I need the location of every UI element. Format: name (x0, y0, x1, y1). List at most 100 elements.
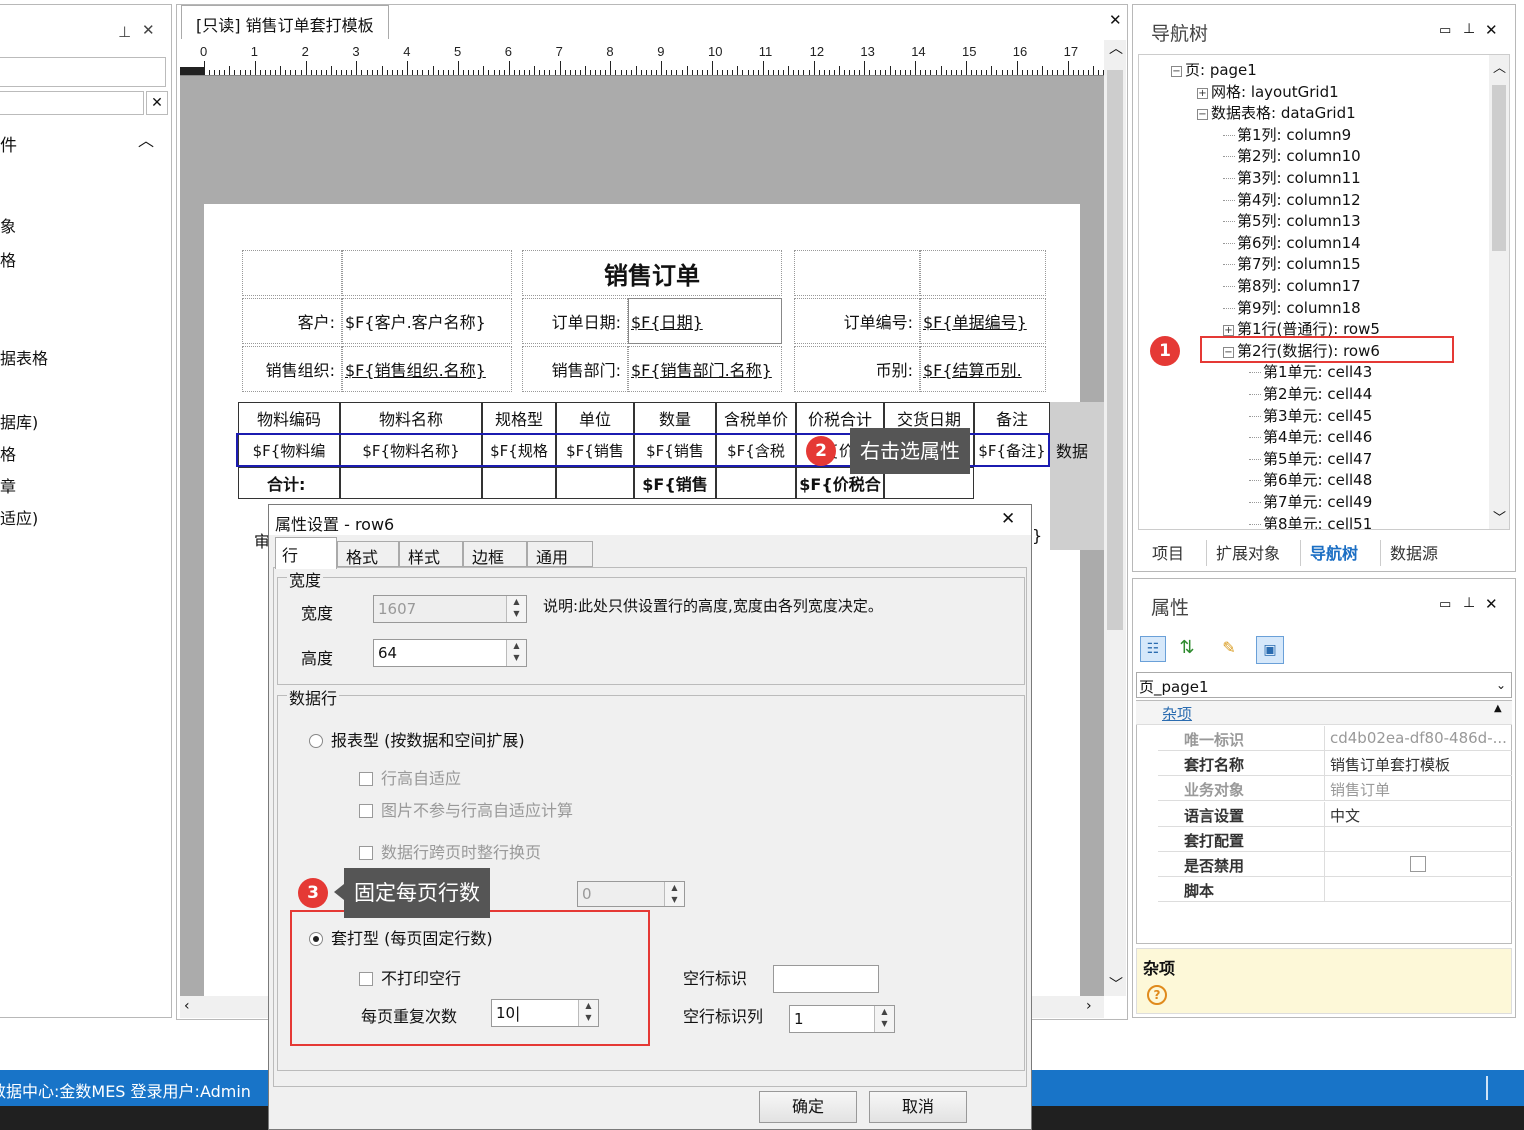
tree-scrollbar[interactable]: ︿ ﹀ (1489, 55, 1509, 529)
close-icon[interactable]: ✕ (1485, 21, 1498, 39)
empty-column-input[interactable]: 1 ▲ ▼ (789, 1005, 895, 1033)
sales-dept-field[interactable]: $F{销售部门.名称} (628, 346, 782, 392)
tab-1[interactable]: 扩展对象 (1216, 540, 1280, 564)
tree-node[interactable]: + 网格: layoutGrid1 (1197, 81, 1339, 102)
property-row[interactable]: 套打名称 销售订单套打模板 (1158, 751, 1512, 777)
scroll-left-icon[interactable]: ‹ (184, 998, 190, 1014)
collapse-icon[interactable]: ︿ (138, 127, 154, 151)
scroll-up-icon[interactable]: ︿ (1493, 57, 1506, 76)
tree-node[interactable]: 第6单元: cell48 (1249, 469, 1372, 490)
order-date-field[interactable]: $F{日期} (628, 298, 782, 344)
tree-node[interactable]: 第5列: column13 (1223, 210, 1361, 231)
tree-node[interactable]: 第7单元: cell49 (1249, 491, 1372, 512)
toolbox-category[interactable]: 件 (0, 131, 17, 156)
column-header[interactable]: 物料名称 (340, 402, 482, 434)
total-qty[interactable]: $F{销售 (634, 467, 716, 499)
property-value[interactable]: 销售订单套打模板 (1330, 754, 1450, 775)
order-no-field[interactable]: $F{单据编号} (920, 298, 1046, 344)
report-type-radio[interactable]: 报表型 (按数据和空间扩展) (309, 727, 525, 751)
toolbox-item[interactable]: 象 (0, 213, 16, 237)
cancel-button[interactable]: 取消 (869, 1091, 967, 1123)
collapse-icon[interactable]: − (1197, 109, 1208, 121)
scroll-thumb[interactable] (1107, 70, 1123, 630)
total-cell[interactable] (556, 467, 634, 499)
customer-field[interactable]: $F{客户.客户名称} (342, 298, 512, 344)
pin-icon[interactable]: ⊥ (118, 23, 131, 41)
empty-flag-input[interactable] (773, 965, 879, 993)
object-selector[interactable]: 页_page1 (1136, 672, 1512, 698)
pin-icon[interactable]: ⊥ (1463, 21, 1475, 37)
currency-field[interactable]: $F{结算币别. (920, 346, 1046, 392)
close-icon[interactable]: ✕ (142, 21, 155, 39)
tree-node[interactable]: 第1列: column9 (1223, 124, 1351, 145)
column-header[interactable]: 物料编码 (238, 402, 340, 434)
property-row[interactable]: 语言设置 中文 (1158, 801, 1512, 827)
dialog-tab-1[interactable]: 格式 (337, 541, 399, 567)
clear-filter-icon[interactable]: ✕ (146, 91, 168, 115)
toolbox-search-input[interactable] (0, 57, 166, 87)
vertical-scrollbar[interactable]: ︿ ﹀ (1104, 40, 1126, 996)
expand-icon[interactable]: + (1197, 87, 1208, 99)
column-header[interactable]: 规格型 (482, 402, 556, 434)
toolbox-filter-input[interactable] (0, 91, 144, 115)
dialog-tab-0[interactable]: 行 (275, 537, 337, 569)
toolbox-item[interactable]: 格 (0, 441, 16, 465)
tree-view[interactable]: − 页: page1 + 网格: layoutGrid1− 数据表格: dataGrid… (1138, 54, 1510, 530)
property-pages-icon[interactable]: ▣ (1256, 636, 1284, 664)
property-row[interactable]: 套打配置 (1158, 826, 1512, 852)
total-label[interactable]: 合计: (238, 467, 340, 499)
category-row[interactable]: 杂项 ▲ (1136, 701, 1512, 725)
tree-node[interactable]: 第1单元: cell43 (1249, 361, 1372, 382)
categorized-icon[interactable]: ☷ (1140, 636, 1166, 662)
close-icon[interactable]: ✕ (1001, 509, 1015, 529)
edit-icon[interactable]: ✎ (1216, 636, 1242, 662)
order-no-label[interactable]: 订单编号: (794, 298, 920, 344)
tree-node[interactable]: 第3单元: cell45 (1249, 405, 1372, 426)
column-header[interactable]: 单位 (556, 402, 634, 434)
scroll-up-icon[interactable]: ︿ (1109, 38, 1123, 58)
document-tab[interactable]: [只读] 销售订单套打模板 (181, 5, 389, 39)
grid-cell[interactable] (794, 250, 920, 296)
tree-node[interactable]: 第6列: column14 (1223, 232, 1361, 253)
tab-2[interactable]: 导航树 (1310, 540, 1358, 564)
tree-node[interactable]: 第2单元: cell44 (1249, 383, 1372, 404)
grid-cell[interactable] (242, 250, 342, 296)
tree-node[interactable]: 第4单元: cell46 (1249, 426, 1372, 447)
currency-label[interactable]: 币别: (794, 346, 920, 392)
dialog-tab-2[interactable]: 样式 (399, 541, 463, 567)
expand-icon[interactable]: + (1223, 325, 1234, 337)
disabled-checkbox[interactable] (1410, 856, 1426, 872)
column-header[interactable]: 备注 (974, 402, 1050, 434)
customer-label[interactable]: 客户: (242, 298, 342, 344)
total-cell[interactable] (716, 467, 796, 499)
tree-node[interactable]: 第9列: column18 (1223, 297, 1361, 318)
tree-node[interactable]: 第5单元: cell47 (1249, 448, 1372, 469)
column-header[interactable]: 数量 (634, 402, 716, 434)
sales-org-field[interactable]: $F{销售组织.名称} (342, 346, 512, 392)
tree-node[interactable]: 第7列: column15 (1223, 253, 1361, 274)
sales-dept-label[interactable]: 销售部门: (522, 346, 628, 392)
total-cell[interactable] (482, 467, 556, 499)
column-header[interactable]: 含税单价 (716, 402, 796, 434)
order-date-label[interactable]: 订单日期: (522, 298, 628, 344)
ok-button[interactable]: 确定 (759, 1091, 857, 1123)
property-row[interactable]: 脚本 (1158, 877, 1512, 903)
toolbox-item[interactable]: 据库) (0, 409, 38, 433)
maximize-icon[interactable]: ▭ (1439, 597, 1451, 612)
grid-cell[interactable] (342, 250, 512, 296)
close-document-icon[interactable]: ✕ (1109, 11, 1122, 29)
tree-node[interactable]: 第8列: column17 (1223, 275, 1361, 296)
height-input[interactable]: 64 ▲ ▼ (373, 639, 527, 667)
tree-node[interactable]: 第8单元: cell51 (1249, 513, 1372, 529)
toolbox-item[interactable]: 适应) (0, 505, 38, 529)
scroll-thumb[interactable] (1492, 85, 1506, 251)
tab-3[interactable]: 数据源 (1390, 540, 1438, 564)
tab-0[interactable]: 项目 (1152, 540, 1184, 564)
sales-org-label[interactable]: 销售组织: (242, 346, 342, 392)
data-row-tag[interactable]: 数据 (1056, 438, 1088, 462)
toolbox-item[interactable]: 章 (0, 473, 16, 497)
grid-cell[interactable] (920, 250, 1046, 296)
dialog-tab-3[interactable]: 边框 (463, 541, 527, 567)
property-row[interactable]: 业务对象 销售订单 (1158, 776, 1512, 802)
property-value[interactable]: 中文 (1330, 805, 1360, 826)
